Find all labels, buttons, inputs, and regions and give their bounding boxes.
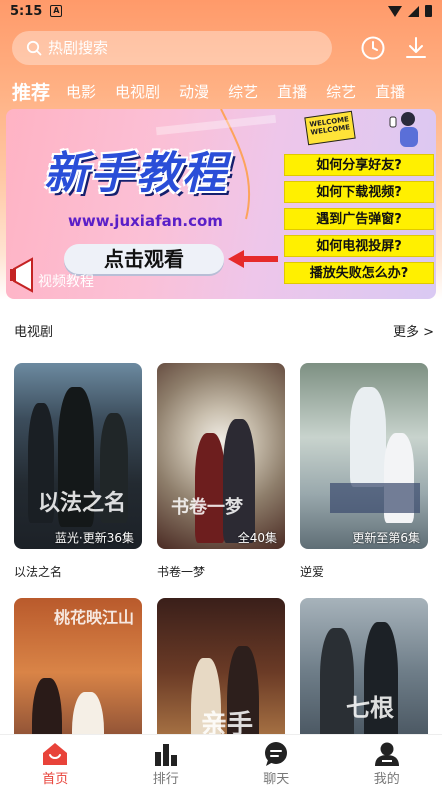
poster-image[interactable]: 以法之名 蓝光·更新36集 <box>14 363 142 549</box>
poster-title-art: 桃花映江山 <box>54 608 135 627</box>
banner-url: www.juxiafan.com <box>68 212 223 230</box>
status-bar: 5:15 A <box>0 0 442 22</box>
person-illustration-icon <box>389 112 418 147</box>
faq-item-cast: 如何电视投屏? <box>284 235 434 257</box>
tab-variety[interactable]: 综艺 <box>228 81 258 102</box>
profile-icon <box>374 742 399 766</box>
nav-ranking-label: 排行 <box>152 772 179 787</box>
nav-profile[interactable]: 我的 <box>332 735 442 788</box>
card-title: 逆爱 <box>300 565 325 579</box>
cellular-signal-icon <box>408 5 419 17</box>
search-input[interactable] <box>48 39 298 57</box>
search-icon <box>26 40 42 56</box>
tab-anime[interactable]: 动漫 <box>179 81 209 102</box>
more-link[interactable]: 更多 > <box>393 321 434 340</box>
arrow-left-icon <box>228 250 278 268</box>
watch-button[interactable]: 点击观看 <box>64 244 224 274</box>
home-icon <box>43 743 68 765</box>
poster-title-art: 七根 <box>346 693 394 722</box>
section-title: 电视剧 <box>14 325 54 340</box>
banner-title: 新手教程 <box>44 148 228 199</box>
poster-title-art: 以法之名 <box>38 490 127 516</box>
battery-icon <box>425 5 432 17</box>
nav-chat[interactable]: 聊天 <box>221 735 332 788</box>
faq-item-playback: 播放失败怎么办? <box>284 262 434 284</box>
tab-variety-2[interactable]: 综艺 <box>326 81 356 102</box>
search-row <box>12 31 432 65</box>
category-tabs: 推荐 电影 电视剧 动漫 综艺 直播 综艺 直播 <box>12 76 424 106</box>
tutorial-banner[interactable]: WELCOME WELCOME 新手教程 www.juxiafan.com 点击… <box>6 109 436 299</box>
poster-image[interactable]: 更新至第6集 <box>300 363 428 549</box>
ranking-icon <box>154 744 177 766</box>
download-icon[interactable] <box>404 35 428 61</box>
nav-home-label: 首页 <box>42 772 69 787</box>
chat-icon <box>265 742 288 766</box>
tab-live[interactable]: 直播 <box>277 81 307 102</box>
poster-title-art: 书卷一梦 <box>171 497 243 518</box>
search-box[interactable] <box>12 31 332 65</box>
tv-series-section-header: 电视剧 更多 > <box>14 321 434 341</box>
nav-home[interactable]: 首页 <box>0 735 111 788</box>
episode-badge: 全40集 <box>237 531 277 545</box>
status-time: 5:15 <box>10 3 43 19</box>
poster-image[interactable]: 书卷一梦 全40集 <box>157 363 285 549</box>
tab-tv-series[interactable]: 电视剧 <box>115 81 160 102</box>
faq-item-share: 如何分享好友? <box>284 154 434 176</box>
faq-item-ads: 遇到广告弹窗? <box>284 208 434 230</box>
tab-movies[interactable]: 电影 <box>66 81 96 102</box>
notification-icon: A <box>50 5 63 17</box>
nav-profile-label: 我的 <box>373 772 400 787</box>
card-title: 书卷一梦 <box>157 565 206 579</box>
faq-list: 如何分享好友? 如何下载视频? 遇到广告弹窗? 如何电视投屏? 播放失败怎么办? <box>284 154 434 289</box>
wifi-icon <box>388 5 402 17</box>
episode-badge: 更新至第6集 <box>352 531 420 545</box>
card-title: 以法之名 <box>14 565 63 579</box>
tab-live-2[interactable]: 直播 <box>375 81 405 102</box>
faq-item-download: 如何下载视频? <box>284 181 434 203</box>
banner-tag: 视频教程 <box>38 274 94 290</box>
status-indicators <box>388 5 432 17</box>
nav-chat-label: 聊天 <box>263 772 290 787</box>
tab-recommend[interactable]: 推荐 <box>12 78 50 105</box>
history-clock-icon[interactable] <box>360 35 386 61</box>
episode-badge: 蓝光·更新36集 <box>54 531 134 545</box>
nav-ranking[interactable]: 排行 <box>111 735 222 788</box>
bottom-navigation: 首页 排行 聊天 我的 <box>0 734 442 788</box>
